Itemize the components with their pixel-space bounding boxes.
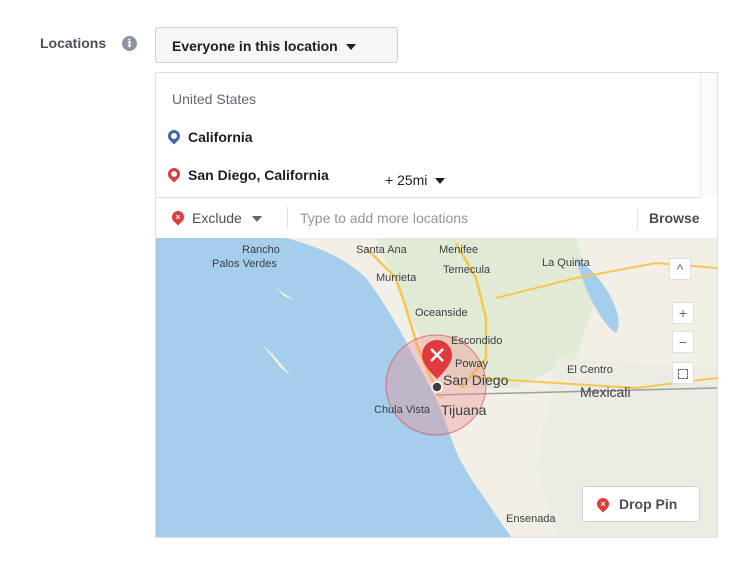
divider xyxy=(156,197,701,198)
radius-value: + 25mi xyxy=(385,172,428,188)
map-label: Murrieta xyxy=(376,272,417,284)
map-label: Poway xyxy=(455,358,489,370)
caret-down-icon xyxy=(345,44,356,51)
location-search-input[interactable] xyxy=(300,207,630,229)
exclude-pin-icon: × xyxy=(169,208,187,226)
included-location-california[interactable]: California xyxy=(165,127,253,145)
include-exclude-value: Exclude xyxy=(192,210,242,226)
map-label: La Quinta xyxy=(542,257,591,269)
zoom-out-button[interactable]: − xyxy=(672,331,694,353)
map-label: Mexicali xyxy=(580,384,631,400)
location-name: California xyxy=(188,129,253,145)
divider xyxy=(637,209,638,229)
divider xyxy=(287,207,288,229)
drop-pin-button[interactable]: × Drop Pin xyxy=(582,486,700,522)
map-label: Palos Verdes xyxy=(212,258,277,270)
map-label: Ensenada xyxy=(506,513,556,525)
location-center-dot xyxy=(431,381,443,393)
map-label: Santa Ana xyxy=(356,244,408,256)
included-location-san-diego[interactable]: San Diego, California xyxy=(165,165,329,183)
map-label: Menifee xyxy=(439,244,478,256)
map-label: Escondido xyxy=(451,335,502,347)
caret-down-icon xyxy=(251,216,262,223)
recenter-icon xyxy=(678,369,688,380)
info-icon[interactable]: i xyxy=(122,36,137,51)
map-label: Tijuana xyxy=(441,402,487,418)
map-label: Chula Vista xyxy=(374,404,431,416)
caret-down-icon xyxy=(435,178,446,185)
map-label: San Diego xyxy=(443,372,509,388)
radius-dropdown[interactable]: + 25mi xyxy=(385,172,446,188)
map-label: Rancho xyxy=(242,244,280,256)
country-heading: United States xyxy=(172,91,257,107)
audience-type-value: Everyone in this location xyxy=(172,38,338,54)
map-label: Temecula xyxy=(443,264,491,276)
map-label: El Centro xyxy=(567,364,613,376)
locations-label: Locations xyxy=(40,35,107,51)
list-scrollbar[interactable] xyxy=(700,73,717,197)
map-collapse-button[interactable]: ^ xyxy=(669,258,691,280)
drop-pin-icon: × xyxy=(594,495,612,513)
location-name: San Diego, California xyxy=(188,167,329,183)
audience-type-dropdown[interactable]: Everyone in this location xyxy=(155,27,398,63)
include-exclude-dropdown[interactable]: × Exclude xyxy=(168,207,262,229)
zoom-in-button[interactable]: + xyxy=(672,302,694,324)
browse-button[interactable]: Browse xyxy=(649,210,700,226)
recenter-button[interactable] xyxy=(672,362,694,384)
drop-pin-label: Drop Pin xyxy=(619,496,678,512)
map-label: Oceanside xyxy=(415,307,468,319)
